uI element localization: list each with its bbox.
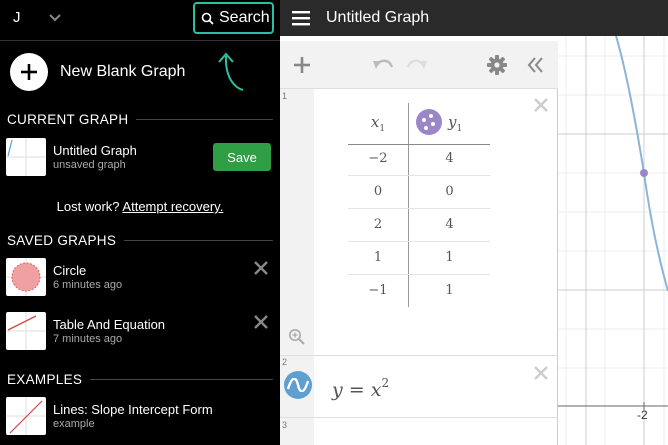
equation-lhs: y = x: [332, 379, 382, 401]
table-header-rule: [348, 144, 490, 145]
table-row-rule: [348, 241, 490, 242]
table-cell-x[interactable]: −1: [348, 283, 408, 298]
table-cell-y[interactable]: 4: [409, 151, 490, 166]
row-number: 3: [282, 420, 288, 430]
table-cell-x[interactable]: −2: [348, 151, 408, 166]
table-cell-y[interactable]: 0: [409, 184, 490, 199]
equation-text[interactable]: y = x2: [332, 376, 389, 401]
current-graph-heading-text: CURRENT GRAPH: [7, 112, 129, 127]
close-icon[interactable]: [532, 96, 550, 114]
example-graph-text: Lines: Slope Intercept Form example: [53, 402, 213, 430]
add-expression-icon[interactable]: [292, 55, 312, 75]
table-cell-y[interactable]: 1: [409, 283, 490, 298]
row-separator: [280, 355, 558, 356]
redo-icon[interactable]: [406, 57, 428, 73]
saved-graph-name: Table And Equation: [53, 317, 166, 332]
table-cell-x[interactable]: 1: [348, 250, 408, 265]
header-x1[interactable]: x1: [348, 113, 408, 134]
heading-rule: [124, 240, 273, 241]
saved-graph-item[interactable]: Circle 6 minutes ago: [6, 258, 122, 296]
current-graph-thumbnail: [6, 138, 46, 176]
top-bar: Untitled Graph: [280, 0, 668, 36]
table-cell-x[interactable]: 2: [348, 217, 408, 232]
collapse-icon[interactable]: [526, 56, 544, 74]
current-graph-status: unsaved graph: [53, 159, 126, 171]
header-x-sub: 1: [379, 124, 386, 135]
row-separator: [280, 417, 558, 418]
table-row-rule: [348, 208, 490, 209]
saved-graph-text: Table And Equation 7 minutes ago: [53, 317, 165, 345]
divider: [0, 40, 280, 41]
table-row-rule: [348, 175, 490, 176]
undo-icon[interactable]: [372, 57, 394, 73]
row-number: 2: [282, 357, 288, 367]
equation-exponent: 2: [381, 376, 390, 390]
table-row-rule: [348, 274, 490, 275]
example-graph-name: Lines: Slope Intercept Form: [53, 402, 213, 417]
new-blank-graph-label: New Blank Graph: [60, 63, 186, 80]
chevron-down-icon[interactable]: [48, 12, 62, 24]
sidebar-header: J Search: [0, 0, 280, 36]
graph-grid: [558, 36, 668, 445]
table-point[interactable]: [640, 169, 648, 177]
examples-heading: EXAMPLES: [7, 372, 273, 387]
close-icon[interactable]: [252, 313, 270, 331]
zoom-icon[interactable]: [288, 328, 306, 346]
lost-work-text: Lost work?: [56, 199, 123, 214]
search-label: Search: [219, 9, 270, 26]
header-y1[interactable]: y1: [448, 113, 462, 134]
save-button[interactable]: Save: [213, 143, 271, 171]
gear-icon[interactable]: [487, 55, 507, 75]
table-header: x1 y1: [348, 103, 490, 145]
saved-graph-name: Circle: [53, 263, 87, 278]
saved-graph-time: 6 minutes ago: [53, 279, 123, 291]
examples-heading-text: EXAMPLES: [7, 372, 83, 387]
graph-title[interactable]: Untitled Graph: [326, 9, 429, 27]
x-axis-tick-label: -2: [637, 408, 648, 422]
graph-sidebar: J Search New Blank Graph CURRENT GRAPH U…: [0, 0, 280, 445]
header-y-sub: 1: [456, 124, 463, 135]
attempt-recovery-link[interactable]: Attempt recovery.: [122, 199, 223, 214]
heading-rule: [136, 119, 273, 120]
saved-graphs-heading-text: SAVED GRAPHS: [7, 233, 117, 248]
close-icon[interactable]: [252, 259, 270, 277]
user-initial[interactable]: J: [13, 9, 21, 26]
heading-rule: [90, 379, 273, 380]
example-graph-thumbnail: [6, 397, 46, 435]
current-graph-name: Untitled Graph: [53, 143, 137, 158]
search-icon: [201, 12, 214, 25]
saved-graph-time: 7 minutes ago: [53, 333, 123, 345]
new-blank-graph-button[interactable]: New Blank Graph: [10, 53, 185, 91]
expression-toolbar: [280, 41, 558, 89]
wave-icon[interactable]: [284, 371, 312, 399]
saved-graph-text: Circle 6 minutes ago: [53, 263, 122, 291]
saved-graph-item[interactable]: Table And Equation 7 minutes ago: [6, 312, 165, 350]
saved-graphs-heading: SAVED GRAPHS: [7, 233, 273, 248]
row-number: 1: [282, 91, 288, 101]
example-graph-sub: example: [53, 418, 95, 430]
example-graph-item[interactable]: Lines: Slope Intercept Form example: [6, 397, 213, 435]
graph-canvas[interactable]: -2: [558, 36, 668, 445]
table-point-style-icon[interactable]: [415, 108, 443, 136]
hamburger-icon[interactable]: [292, 10, 310, 26]
circle-graph-thumbnail: [6, 258, 46, 296]
current-graph-item[interactable]: Untitled Graph unsaved graph: [6, 138, 137, 176]
expression-list: 1 2 3 x1 y1 −2 4 0 0 2 4 1 1 −1 1 y = x2: [280, 41, 558, 445]
close-icon[interactable]: [532, 364, 550, 382]
table-cell-y[interactable]: 4: [409, 217, 490, 232]
parabola-curve: [615, 36, 668, 292]
lost-work-message: Lost work? Attempt recovery.: [0, 199, 280, 214]
search-button[interactable]: Search: [193, 2, 274, 34]
table-cell-y[interactable]: 1: [409, 250, 490, 265]
table-cell-x[interactable]: 0: [348, 184, 408, 199]
plus-icon: [10, 53, 48, 91]
table-equation-thumbnail: [6, 312, 46, 350]
current-graph-text: Untitled Graph unsaved graph: [53, 143, 137, 171]
curved-arrow-icon: [218, 52, 244, 91]
current-graph-heading: CURRENT GRAPH: [7, 112, 273, 127]
